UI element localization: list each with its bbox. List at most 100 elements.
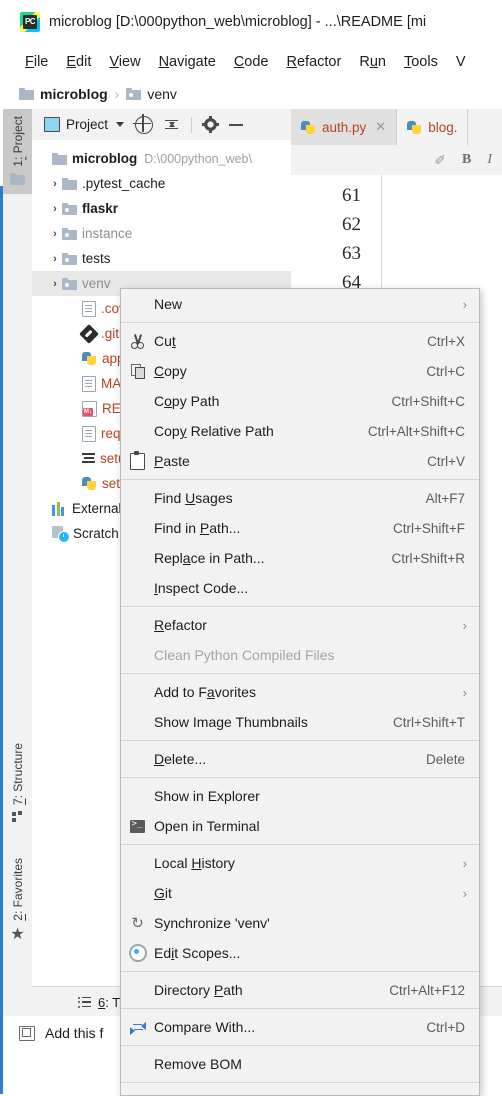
menu-bar[interactable]: File Edit View Navigate Code Refactor Ru… [3,45,502,78]
menu-item-refactor[interactable]: Refactor › [121,610,479,640]
context-menu[interactable]: New › Cut Ctrl+X Copy Ctrl+C Copy Path C… [120,288,480,1096]
folder-icon [10,173,25,185]
tree-label: venv [82,276,111,291]
menu-item-directory-path[interactable]: Directory Path Ctrl+Alt+F12 [121,975,479,1005]
tab-auth-py[interactable]: auth.py ✕ [291,109,397,147]
pen-icon[interactable]: ✐ [434,152,446,169]
sync-icon: ↻ [121,916,154,931]
menu-item-inspect-code[interactable]: Inspect Code... [121,573,479,603]
menu-item-show-in-explorer[interactable]: Show in Explorer [121,781,479,811]
menu-label: Git [154,885,479,901]
italic-button[interactable]: I [487,152,492,168]
menu-separator [121,740,479,741]
bold-button[interactable]: B [462,152,471,168]
menu-item-remove-bom[interactable]: Remove BOM [121,1049,479,1079]
star-icon: ★ [10,927,24,943]
menu-item-show-image-thumbnails[interactable]: Show Image Thumbnails Ctrl+Shift+T [121,707,479,737]
menu-item-copy-path[interactable]: Copy Path Ctrl+Shift+C [121,386,479,416]
menu-item-diagrams[interactable]: Diagrams › [121,1086,479,1096]
menu-label: Clean Python Compiled Files [154,647,479,663]
menu-item-open-in-terminal[interactable]: Open in Terminal [121,811,479,841]
menu-separator [121,777,479,778]
menu-refactor[interactable]: Refactor [278,51,351,73]
collapse-all-icon[interactable] [164,117,180,133]
external-libraries-icon [52,502,67,516]
menu-item-find-usages[interactable]: Find Usages Alt+F7 [121,483,479,513]
tab-blog-py[interactable]: blog. [397,109,468,145]
line-number: 62 [291,210,381,239]
paste-icon [121,453,154,470]
tree-label: flaskr [82,201,118,216]
gear-icon[interactable] [203,117,218,132]
menu-item-cut[interactable]: Cut Ctrl+X [121,326,479,356]
menu-item-copy-relative-path[interactable]: Copy Relative Path Ctrl+Alt+Shift+C [121,416,479,446]
menu-tools[interactable]: Tools [395,51,447,73]
menu-shortcut: Ctrl+Shift+R [391,551,479,566]
menu-item-local-history[interactable]: Local History › [121,848,479,878]
menu-separator [121,971,479,972]
tree-row-tests[interactable]: › tests [32,246,291,271]
menu-label: Remove BOM [154,1056,479,1072]
menu-item-add-to-favorites[interactable]: Add to Favorites › [121,677,479,707]
menu-item-new[interactable]: New › [121,289,479,319]
menu-item-delete[interactable]: Delete... Delete [121,744,479,774]
tree-arrow[interactable]: › [48,203,62,215]
menu-file[interactable]: File [16,51,57,73]
menu-label: Replace in Path... [154,550,391,566]
menu-shortcut: Ctrl+V [427,454,479,469]
breadcrumb-item-microblog[interactable]: microblog [19,86,108,102]
editor-tabs[interactable]: auth.py ✕ blog. [291,109,502,145]
menu-item-replace-in-path[interactable]: Replace in Path... Ctrl+Shift+R [121,543,479,573]
menu-item-find-in-path[interactable]: Find in Path... Ctrl+Shift+F [121,513,479,543]
minimize-icon[interactable] [229,124,243,126]
tree-row-pytest-cache[interactable]: › .pytest_cache [32,171,291,196]
menu-run[interactable]: Run [350,51,395,73]
tree-row-flaskr[interactable]: › flaskr [32,196,291,221]
stripe-button-project[interactable]: 1: Project [3,109,32,194]
menu-separator [121,606,479,607]
menu-code[interactable]: Code [225,51,278,73]
document-icon [82,376,96,392]
event-log-text: Add this f [45,1025,103,1041]
menu-item-copy[interactable]: Copy Ctrl+C [121,356,479,386]
menu-item-paste[interactable]: Paste Ctrl+V [121,446,479,476]
menu-label: Compare With... [154,1019,426,1035]
menu-label: Local History [154,855,479,871]
locate-icon[interactable] [135,116,153,134]
menu-label: Copy Path [154,393,391,409]
cut-icon [121,334,154,349]
menu-item-compare-with[interactable]: Compare With... Ctrl+D [121,1012,479,1042]
tree-label: instance [82,226,132,241]
tree-row-instance[interactable]: › instance [32,221,291,246]
stripe-button-favorites[interactable]: 2: Favorites ★ [3,854,32,968]
pycharm-icon: PC [20,12,40,32]
folder-venv-icon [62,228,77,240]
tree-arrow[interactable]: › [48,253,62,265]
editor-format-toolbar: ✐ B I [291,145,502,176]
menu-label: Find in Path... [154,520,393,536]
menu-view[interactable]: View [100,51,149,73]
menu-label: Refactor [154,617,479,633]
stripe-button-structure[interactable]: 7: Structure [3,739,32,843]
menu-edit[interactable]: Edit [57,51,100,73]
menu-shortcut: Ctrl+C [426,364,479,379]
menu-shortcut: Ctrl+Shift+F [393,521,479,536]
tree-arrow[interactable]: › [48,228,62,240]
menu-item-git[interactable]: Git › [121,878,479,908]
breadcrumb-item-venv[interactable]: venv [126,86,177,102]
tree-arrow[interactable]: › [48,278,62,290]
menu-item-edit-scopes[interactable]: Edit Scopes... [121,938,479,968]
pycharm-window: PC microblog [D:\000python_web\microblog… [0,0,502,1094]
tree-arrow[interactable]: › [48,178,62,190]
menu-shortcut: Ctrl+X [427,334,479,349]
menu-item-synchronize-venv[interactable]: ↻ Synchronize 'venv' [121,908,479,938]
menu-vcs[interactable]: V [447,51,475,73]
chevron-right-icon: › [463,618,467,633]
menu-navigate[interactable]: Navigate [150,51,225,73]
tree-row-microblog[interactable]: microblog D:\000python_web\ [32,146,291,171]
project-view-selector[interactable]: Project [44,117,124,132]
close-icon[interactable]: ✕ [375,119,386,135]
chevron-right-icon: › [463,856,467,871]
folder-venv-icon [62,203,77,215]
stripe-label-project: 1: Project [11,116,25,167]
